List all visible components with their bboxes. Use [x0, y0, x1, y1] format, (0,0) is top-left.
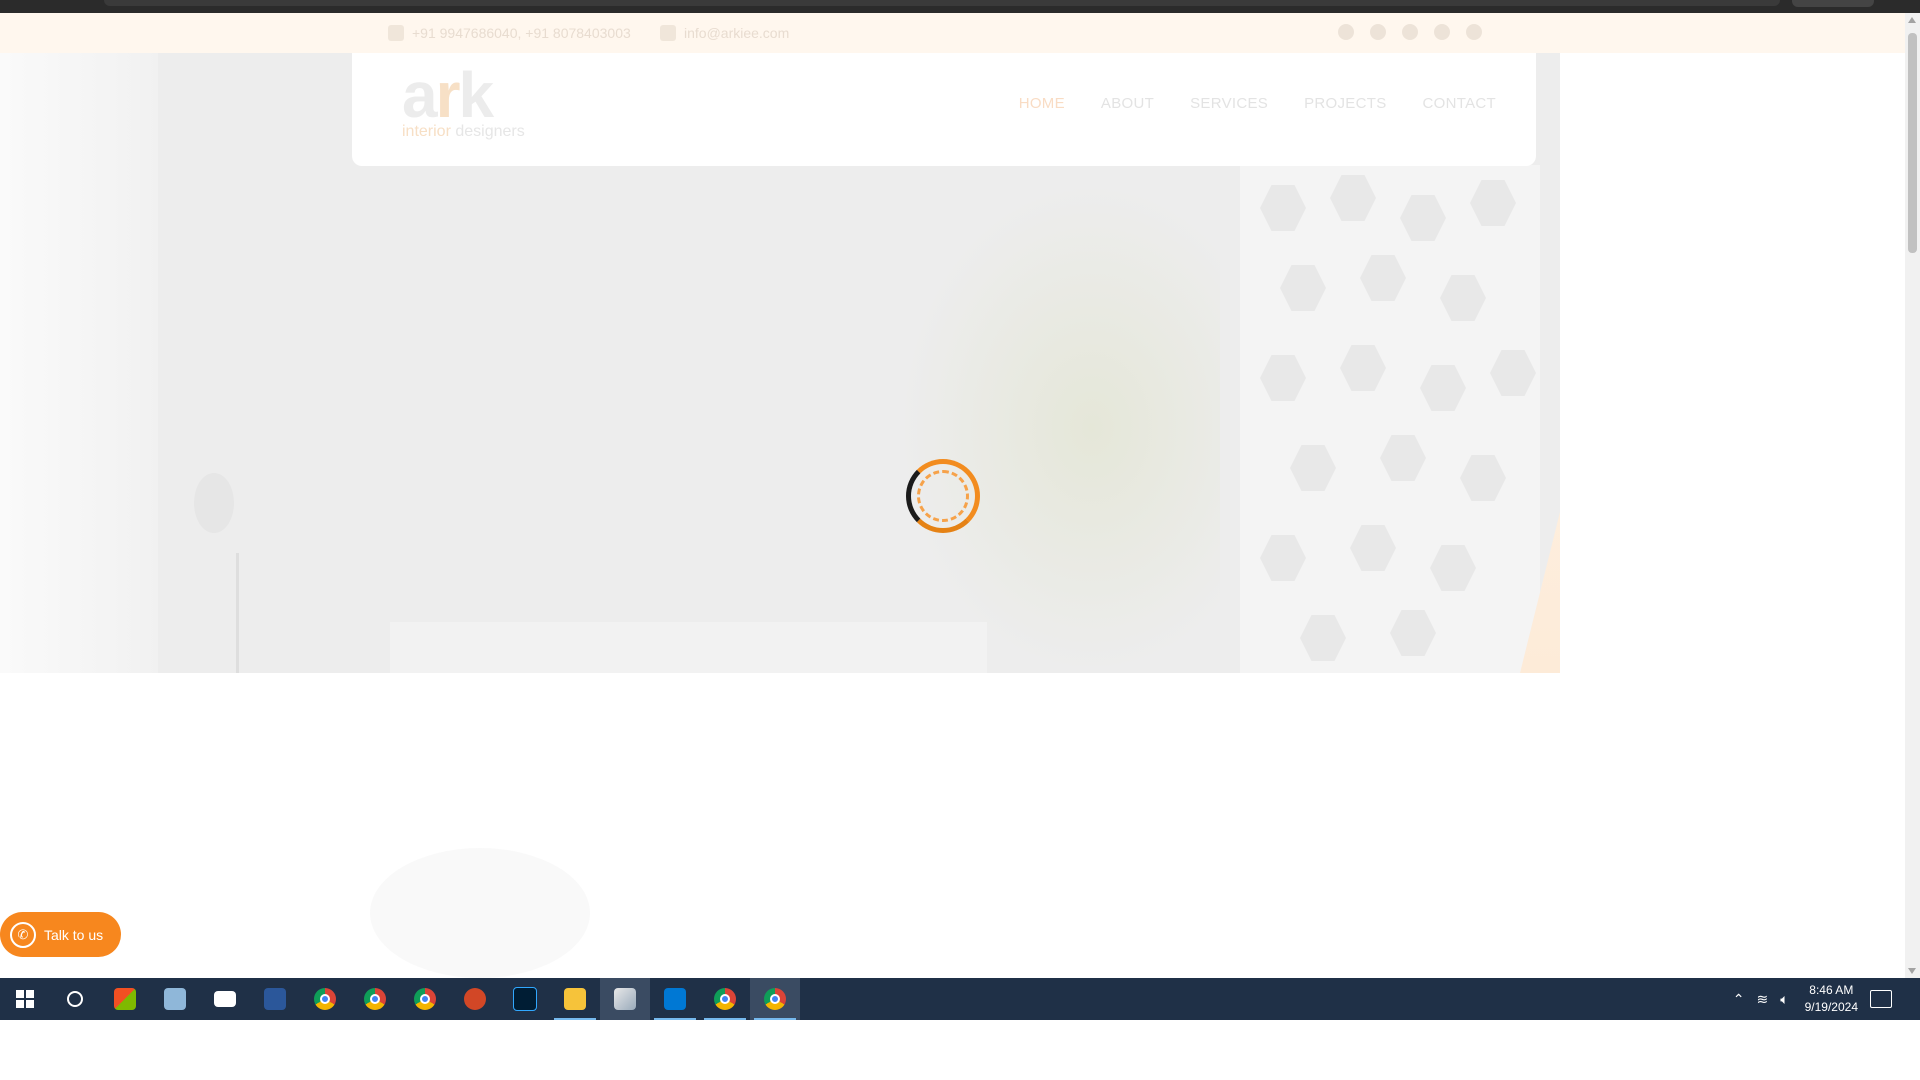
browser-chrome: [0, 0, 1920, 13]
phone-text: +91 9947686040, +91 8078403003: [412, 25, 631, 41]
taskbar-apps: [0, 978, 800, 1020]
taskbar-paint[interactable]: [600, 978, 650, 1020]
search-button[interactable]: [50, 978, 100, 1020]
store-icon: [114, 988, 136, 1010]
nav-contact[interactable]: CONTACT: [1423, 95, 1496, 112]
paint-icon: [614, 988, 636, 1010]
screen-bottom-area: [0, 1020, 1920, 1080]
taskbar-file-explorer[interactable]: [550, 978, 600, 1020]
loading-spinner: [906, 459, 980, 533]
vscode-icon: [664, 988, 686, 1010]
address-bar[interactable]: [104, 0, 1780, 6]
word-icon: [264, 988, 286, 1010]
taskbar-chrome-3[interactable]: [400, 978, 450, 1020]
windows-taskbar: ⌃ ≋ 🔈︎ 8:46 AM 9/19/2024: [0, 978, 1920, 1020]
browser-button[interactable]: [1792, 0, 1874, 7]
background-graphic: [370, 848, 590, 978]
talk-label: Talk to us: [44, 926, 104, 943]
hero-lattice-image: [1240, 165, 1540, 673]
contact-topbar: +91 9947686040, +91 8078403003 info@arki…: [0, 13, 1905, 53]
taskbar-photoshop[interactable]: [500, 978, 550, 1020]
notepad-icon: [164, 988, 186, 1010]
chevron-up-icon[interactable]: ⌃: [1733, 991, 1745, 1008]
scroll-up-arrow-icon[interactable]: [1908, 17, 1916, 23]
nav-projects[interactable]: PROJECTS: [1304, 95, 1386, 112]
start-button[interactable]: [0, 978, 50, 1020]
chrome-icon: [364, 988, 386, 1010]
page-scrollbar[interactable]: [1905, 13, 1920, 978]
site-logo[interactable]: ark interior designers: [402, 63, 525, 141]
search-icon: [67, 991, 83, 1007]
taskbar-chrome-1[interactable]: [300, 978, 350, 1020]
taskbar-chrome-5[interactable]: [750, 978, 800, 1020]
hero-plant-image: [900, 183, 1220, 673]
nav-menu: HOME ABOUT SERVICES PROJECTS CONTACT: [1019, 95, 1496, 112]
nav-home[interactable]: HOME: [1019, 95, 1065, 112]
chrome-icon: [714, 988, 736, 1010]
talk-to-us-button[interactable]: ✆ Talk to us: [0, 912, 121, 957]
taskbar-chrome-2[interactable]: [350, 978, 400, 1020]
chrome-icon: [764, 988, 786, 1010]
email-text: info@arkiee.com: [684, 25, 790, 41]
mail-icon: [214, 991, 236, 1007]
nav-services[interactable]: SERVICES: [1190, 95, 1268, 112]
hero-lamp-pole: [236, 553, 239, 673]
taskbar-store[interactable]: [100, 978, 150, 1020]
taskbar-mail[interactable]: [200, 978, 250, 1020]
wifi-icon[interactable]: ≋: [1756, 991, 1768, 1008]
volume-icon[interactable]: 🔈︎: [1780, 991, 1788, 1008]
clock-date: 9/19/2024: [1804, 1000, 1858, 1014]
chrome-icon: [314, 988, 336, 1010]
twitter-icon[interactable]: [1434, 24, 1450, 40]
scroll-thumb[interactable]: [1908, 33, 1917, 253]
logo-tagline: interior designers: [402, 123, 525, 140]
logo-word: ark: [402, 59, 494, 131]
hero-right-panel: [1560, 53, 1905, 673]
folder-icon: [564, 988, 586, 1010]
hero-lamp-image: [194, 473, 234, 533]
phone-contact[interactable]: +91 9947686040, +91 8078403003: [388, 25, 631, 41]
chrome-icon: [414, 988, 436, 1010]
facebook-icon[interactable]: [1370, 24, 1386, 40]
main-navbar: ark interior designers HOME ABOUT SERVIC…: [352, 53, 1536, 166]
photoshop-icon: [513, 987, 537, 1011]
clock-time: 8:46 AM: [1809, 983, 1854, 997]
taskbar-word[interactable]: [250, 978, 300, 1020]
system-tray: ⌃ ≋ 🔈︎ 8:46 AM 9/19/2024: [1727, 978, 1920, 1020]
skype-icon[interactable]: [1338, 24, 1354, 40]
windows-icon: [16, 990, 34, 1008]
system-clock[interactable]: 8:46 AM 9/19/2024: [1805, 982, 1858, 1016]
instagram-icon[interactable]: [1402, 24, 1418, 40]
page-viewport: +91 9947686040, +91 8078403003 info@arki…: [0, 13, 1905, 978]
google-plus-icon[interactable]: [1466, 24, 1482, 40]
hero-left-panel: [0, 53, 158, 673]
hero-caption-box: [390, 622, 987, 673]
notification-icon[interactable]: [1870, 990, 1892, 1008]
taskbar-chrome-4[interactable]: [700, 978, 750, 1020]
social-links: [1338, 24, 1482, 40]
mail-icon: [660, 25, 676, 41]
taskbar-powerpoint[interactable]: [450, 978, 500, 1020]
nav-about[interactable]: ABOUT: [1101, 95, 1154, 112]
whatsapp-icon: ✆: [10, 921, 36, 948]
phone-icon: [388, 25, 404, 41]
email-contact[interactable]: info@arkiee.com: [660, 25, 789, 41]
powerpoint-icon: [464, 988, 486, 1010]
scroll-down-arrow-icon[interactable]: [1908, 968, 1916, 974]
taskbar-vscode[interactable]: [650, 978, 700, 1020]
taskbar-notepad[interactable]: [150, 978, 200, 1020]
